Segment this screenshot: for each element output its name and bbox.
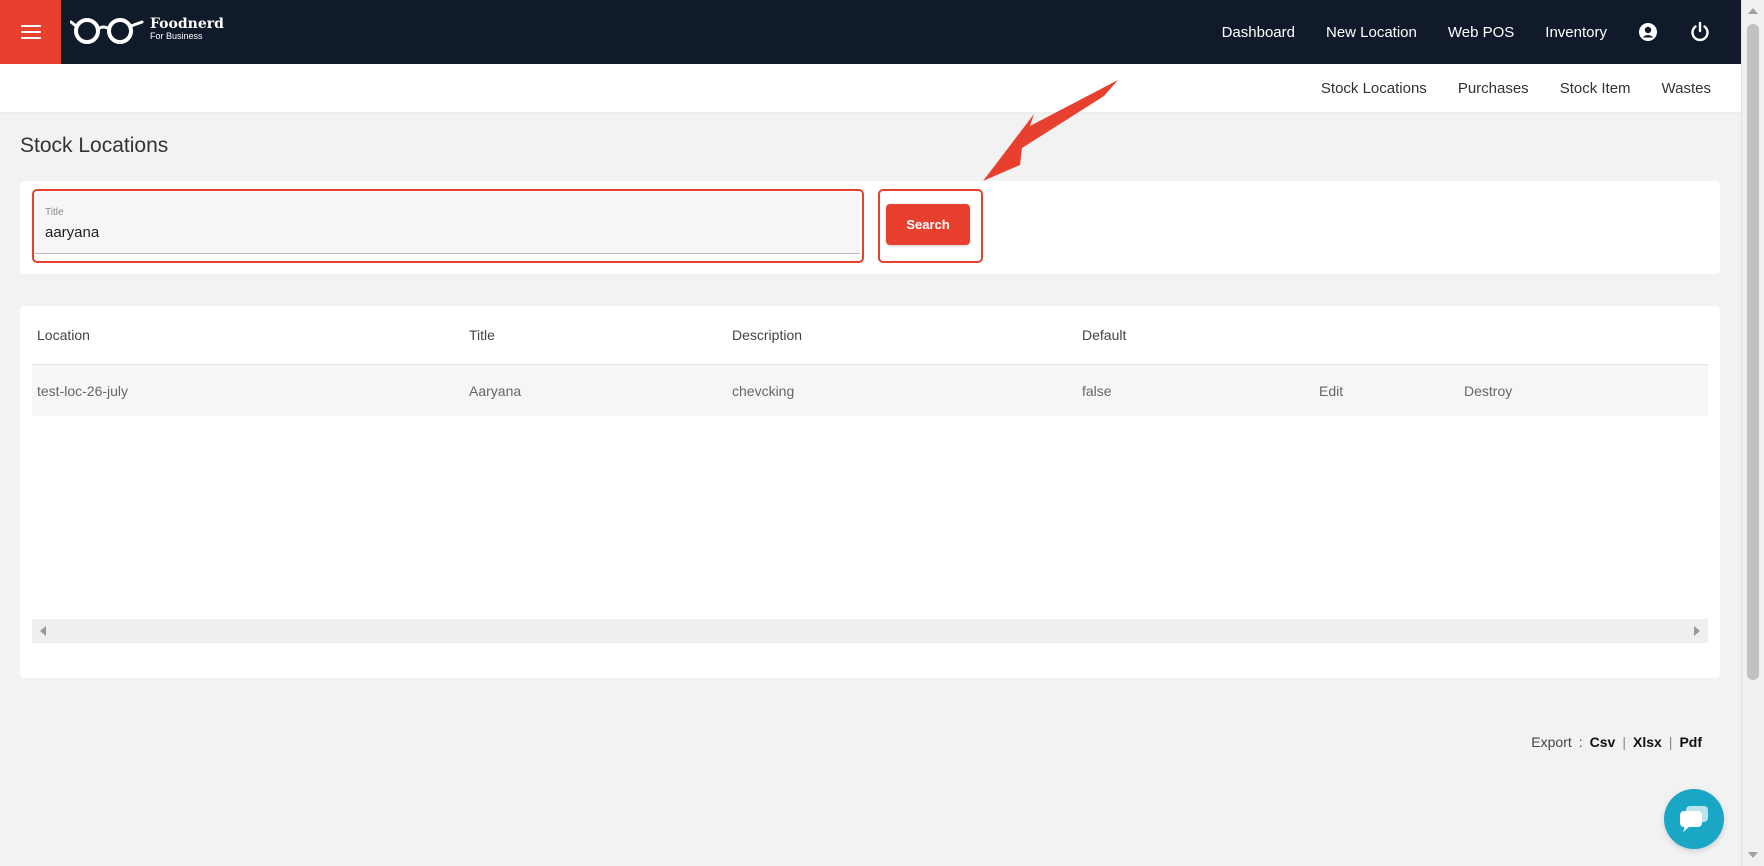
title-search-input[interactable] [45,221,825,243]
glasses-logo-icon [70,18,144,44]
cell-title: Aaryana [469,382,522,399]
brand-name: Foodnerd [150,16,224,32]
edit-link[interactable]: Edit [1319,365,1343,416]
scroll-right-icon[interactable] [1694,626,1700,636]
export-label: Export [1531,734,1572,750]
table-row: test-loc-26-july Aaryana chevcking false… [32,365,1708,416]
table-header-row: Location Title Description Default [32,306,1708,365]
top-nav: Dashboard New Location Web POS Inventory [1191,0,1741,64]
destroy-link[interactable]: Destroy [1464,365,1512,416]
col-header-title[interactable]: Title [469,306,495,364]
chat-bubble-icon [1680,806,1708,832]
cell-description: chevcking [732,382,795,399]
scrollbar-thumb[interactable] [1747,24,1759,680]
export-csv-link[interactable]: Csv [1590,734,1616,750]
search-button[interactable]: Search [886,204,970,245]
subnav-stock-locations[interactable]: Stock Locations [1321,80,1427,97]
scroll-down-icon[interactable] [1748,852,1758,858]
sub-nav: Stock Locations Purchases Stock Item Was… [0,64,1741,112]
nav-web-pos[interactable]: Web POS [1448,24,1514,41]
page-title: Stock Locations [20,134,169,157]
title-field-label: Title [45,207,64,218]
scroll-left-icon[interactable] [40,626,46,636]
brand-tagline: For Business [150,31,203,41]
top-header: Foodnerd For Business Dashboard New Loca… [0,0,1741,64]
cell-location: test-loc-26-july [37,382,129,399]
horizontal-scrollbar[interactable] [32,619,1708,643]
title-field[interactable]: Title [34,192,860,254]
menu-button[interactable] [0,0,61,64]
nav-inventory[interactable]: Inventory [1545,24,1607,41]
export-bar: Export : Csv | Xlsx | Pdf [1531,734,1702,750]
col-header-location[interactable]: Location [37,306,90,364]
brand-logo[interactable]: Foodnerd For Business [70,14,224,44]
subnav-stock-item[interactable]: Stock Item [1560,80,1631,97]
col-header-default[interactable]: Default [1082,306,1126,364]
account-circle-icon[interactable] [1638,22,1658,42]
cell-default: false [1082,382,1112,399]
chat-button[interactable] [1664,789,1724,849]
export-xlsx-link[interactable]: Xlsx [1633,734,1662,750]
subnav-wastes[interactable]: Wastes [1662,80,1711,97]
col-header-description[interactable]: Description [732,306,802,364]
scroll-up-icon[interactable] [1748,8,1758,14]
stock-locations-table: Location Title Description Default test-… [20,306,1720,678]
subnav-purchases[interactable]: Purchases [1458,80,1529,97]
hamburger-icon [20,25,41,39]
export-pdf-link[interactable]: Pdf [1679,734,1702,750]
nav-new-location[interactable]: New Location [1326,24,1417,41]
search-card: Title Search [20,181,1720,274]
page-scrollbar[interactable] [1741,0,1764,866]
power-icon[interactable] [1689,21,1711,43]
nav-dashboard[interactable]: Dashboard [1222,24,1295,41]
